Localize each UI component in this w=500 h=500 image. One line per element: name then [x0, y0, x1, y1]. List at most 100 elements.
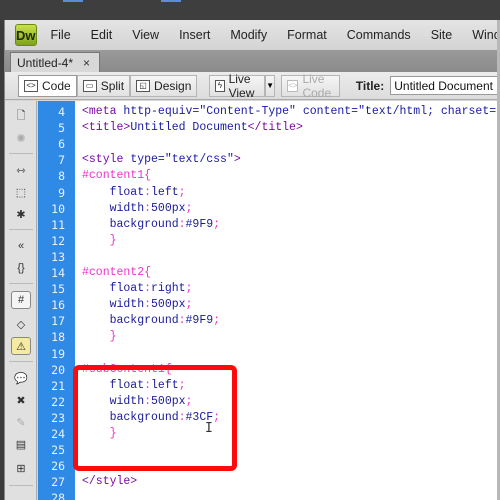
line-number: 14 [51, 266, 65, 280]
code-token: "Content-Type" [199, 105, 303, 118]
design-icon: ◱ [136, 79, 151, 92]
menu-modify[interactable]: Modify [230, 28, 267, 42]
syntax-error-alerts-icon[interactable]: ⚠ [11, 337, 31, 355]
apply-comment-icon[interactable]: 💬 [11, 369, 31, 387]
menu-insert[interactable]: Insert [179, 28, 210, 42]
wrap-tag-icon[interactable]: ✎ [11, 413, 31, 431]
code-token: width [82, 298, 145, 312]
line-number: 22 [51, 394, 65, 409]
code-token: Untitled Document [130, 121, 248, 135]
document-title-input[interactable] [390, 76, 500, 95]
live-code-label: Live Code [302, 71, 332, 100]
menu-bar: Dw File Edit View Insert Modify Format C… [5, 20, 500, 50]
code-line[interactable]: } [82, 330, 117, 343]
collapse-selection-icon[interactable]: ⬚ [11, 183, 31, 201]
menu-window[interactable]: Window [472, 28, 500, 42]
live-view-button[interactable]: ϟ Live View [209, 71, 266, 100]
code-line[interactable]: background:#9F9; [82, 314, 220, 327]
menu-format[interactable]: Format [287, 28, 327, 42]
code-token: width [82, 201, 145, 215]
code-line[interactable]: width:500px; [82, 201, 193, 215]
line-number: 27 [51, 475, 65, 490]
coding-toolbar: 🗋 ✺ ⇿ ⬚ ✱ « {} # ◇ ⚠ 💬 ✖ ✎ ▤ ⊞ [5, 101, 37, 500]
open-documents-icon[interactable]: 🗋 [11, 107, 31, 125]
live-view-dropdown[interactable]: ▼ [265, 74, 276, 97]
live-code-icon: <> [287, 79, 299, 92]
code-line[interactable]: <title>Untitled Document</title> [82, 121, 303, 134]
code-token: 500px [151, 298, 186, 312]
code-token: > [233, 153, 241, 167]
code-token: float [82, 185, 145, 199]
code-token: </title> [247, 121, 303, 135]
menu-edit[interactable]: Edit [91, 28, 113, 42]
menu-view[interactable]: View [132, 28, 159, 42]
code-token: </style> [82, 475, 138, 489]
code-token: <meta [82, 105, 124, 118]
line-number: 13 [51, 249, 65, 264]
code-line[interactable]: background:#9F9; [82, 218, 220, 231]
code-token: background [82, 217, 179, 231]
code-line[interactable]: float:left; [82, 186, 186, 199]
line-numbers-icon[interactable]: # [11, 291, 31, 309]
code-view-label: Code [42, 78, 71, 93]
dreamweaver-window: Dw File Edit View Insert Modify Format C… [4, 20, 500, 500]
show-code-navigator-icon[interactable]: ✺ [11, 129, 31, 147]
line-number: 16 [51, 298, 65, 313]
code-line[interactable]: #content1{ [82, 169, 151, 182]
split-view-button[interactable]: ▭ Split [76, 74, 131, 97]
recent-snippets-icon[interactable]: ▤ [11, 435, 31, 453]
code-token: } [82, 233, 117, 247]
line-number: 8 [58, 169, 65, 184]
code-line[interactable]: <meta http-equiv="Content-Type" content=… [82, 105, 500, 118]
line-number: 9 [58, 185, 65, 200]
line-number: 5 [58, 121, 65, 136]
code-line[interactable]: width:500px; [82, 298, 193, 312]
code-token: left [151, 185, 179, 199]
code-token: <style [82, 153, 131, 167]
split-view-label: Split [100, 78, 125, 93]
highlight-annotation-box [73, 365, 237, 471]
expand-all-icon[interactable]: ✱ [11, 205, 31, 223]
code-token: "text/css" [164, 153, 234, 167]
line-number: 6 [58, 137, 65, 152]
code-token: : [144, 298, 152, 312]
menu-site[interactable]: Site [431, 28, 453, 42]
title-label: Title: [355, 78, 385, 93]
toolbar-separator [9, 153, 33, 154]
live-code-button[interactable]: <> Live Code [281, 71, 340, 100]
line-number: 7 [58, 153, 65, 168]
line-number-gutter[interactable]: 4 5 6 7 8 9 10 11 12 13 14 15 16 17 18 19 20 21 22 23 24 25 26… [38, 101, 75, 500]
line-number: 28 [51, 491, 65, 500]
desktop-blip [161, 0, 181, 2]
code-token: type= [130, 153, 165, 167]
move-css-icon[interactable]: ⊞ [11, 459, 31, 477]
code-line[interactable]: } [82, 234, 117, 247]
code-token: : [178, 314, 186, 328]
code-line[interactable]: <style type="text/css"> [82, 153, 241, 166]
menu-commands[interactable]: Commands [347, 28, 411, 42]
balance-braces-icon[interactable]: {} [11, 259, 31, 277]
code-token: : [178, 217, 186, 231]
toolbar-separator [9, 229, 33, 230]
remove-comment-icon[interactable]: ✖ [11, 391, 31, 409]
code-token: ; [213, 217, 221, 231]
chevron-down-icon: ▼ [266, 81, 275, 90]
code-line[interactable]: </style> [82, 475, 137, 488]
design-view-label: Design [154, 78, 192, 93]
code-token: ; [185, 298, 193, 312]
close-icon[interactable]: × [83, 56, 90, 70]
collapse-full-tag-icon[interactable]: ⇿ [11, 161, 31, 179]
line-number: 19 [51, 346, 65, 361]
code-line[interactable]: #content2{ [82, 266, 151, 279]
menu-file[interactable]: File [51, 28, 71, 42]
line-number: 24 [51, 427, 65, 441]
select-parent-tag-icon[interactable]: « [11, 237, 31, 255]
code-view-button[interactable]: <> Code [18, 74, 77, 97]
code-line[interactable]: float:right; [82, 282, 193, 295]
code-token: : [144, 201, 152, 215]
code-token: ; [185, 201, 193, 215]
highlight-invalid-code-icon[interactable]: ◇ [11, 315, 31, 333]
design-view-button[interactable]: ◱ Design [130, 74, 198, 97]
document-tab[interactable]: Untitled-4* × [10, 52, 100, 72]
live-view-label: Live View [228, 71, 255, 100]
